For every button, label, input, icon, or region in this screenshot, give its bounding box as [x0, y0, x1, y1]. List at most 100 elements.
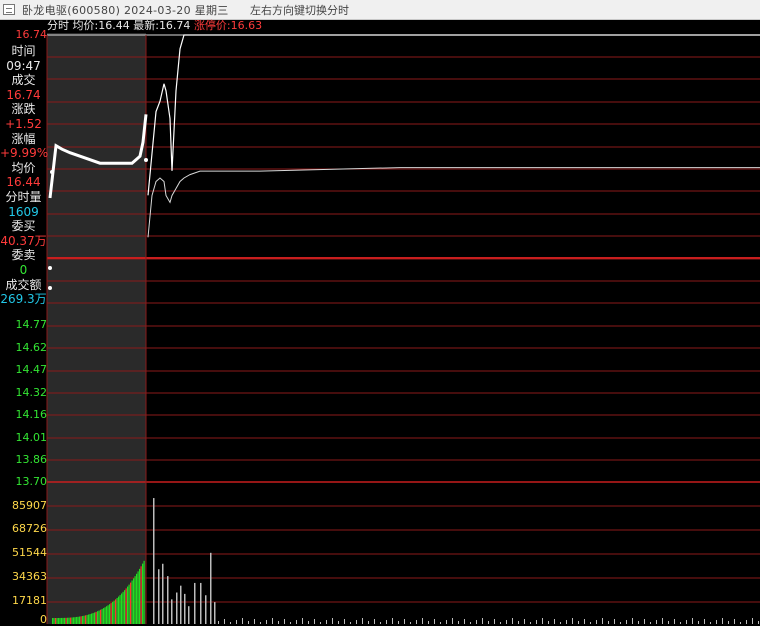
auction-volume-bar	[91, 613, 93, 624]
volume-bar	[554, 619, 555, 624]
change-label: 涨跌	[11, 102, 36, 117]
volume-bar	[746, 620, 747, 624]
volume-bar	[332, 618, 333, 624]
price-tick: 13.70	[15, 475, 48, 488]
volume-tick: 34363	[12, 570, 47, 583]
volume-bar	[722, 618, 723, 624]
volume-bar	[214, 602, 216, 624]
auction-volume-bar	[103, 608, 105, 624]
volume-bar	[392, 618, 393, 624]
auction-volume-bar	[110, 603, 112, 624]
volume-bar	[752, 618, 753, 624]
pct-value: +9.99%	[0, 146, 49, 161]
volume-bar	[205, 595, 207, 624]
volume-bar	[200, 582, 202, 624]
auction-volume-bar	[79, 616, 81, 624]
auction-volume-bar	[83, 615, 85, 624]
auction-volume-bar	[115, 599, 117, 624]
auction-volume-bar	[131, 580, 133, 624]
volume-bar	[656, 620, 657, 624]
volume-bar	[158, 569, 160, 624]
volume-bar	[686, 620, 687, 624]
price-tick: 14.47	[15, 363, 48, 376]
intraday-chart[interactable]	[0, 0, 760, 624]
auction-volume-bar	[92, 613, 94, 624]
auction-volume-bar	[73, 617, 75, 624]
auction-volume-bar	[82, 615, 84, 624]
volume-bar	[362, 618, 363, 624]
auction-volume-bar	[125, 588, 127, 624]
volume-bar	[188, 606, 190, 624]
auction-volume-bar	[52, 618, 54, 624]
auction-volume-bar	[107, 605, 109, 624]
volume-bar	[506, 620, 507, 624]
chart-mode-label: 分时	[47, 19, 69, 32]
volume-bar	[734, 619, 735, 624]
volume-bar	[572, 618, 573, 624]
price-tick: 14.62	[15, 341, 48, 354]
volume-bar	[674, 619, 675, 624]
auction-volume-bar	[95, 611, 97, 624]
auction-volume-bar	[121, 593, 123, 624]
auction-volume-bar	[116, 597, 118, 624]
volume-bar	[284, 619, 285, 624]
deal-label: 成交	[11, 73, 36, 88]
auction-volume-bar	[71, 617, 73, 624]
volume-bar	[596, 620, 597, 624]
avg-value-panel: 16.44	[6, 175, 41, 190]
limit-label: 涨停价:	[193, 19, 231, 32]
auction-volume-bar	[142, 563, 144, 624]
auction-volume-bar	[80, 616, 82, 624]
volume-bar	[662, 618, 663, 624]
bid-value: 40.37万	[0, 233, 47, 248]
auction-volume-bar	[56, 617, 58, 624]
volume-bar	[422, 618, 423, 624]
amount-value: 269.3万	[0, 292, 47, 307]
bid-label: 委买	[11, 219, 36, 234]
vol-value: 1609	[8, 204, 39, 219]
auction-volume-bar	[133, 578, 135, 624]
auction-volume-bar	[67, 617, 69, 624]
avg-value: 16.44	[98, 19, 130, 32]
volume-bar	[524, 619, 525, 624]
volume-tick: 51544	[12, 546, 47, 559]
volume-bar	[194, 582, 196, 624]
deal-value: 16.74	[6, 87, 41, 102]
cursor-info-panel: 时间 09:47 成交 16.74 涨跌 +1.52 涨幅 +9.99% 均价 …	[0, 44, 49, 307]
volume-bar	[272, 618, 273, 624]
change-value: +1.52	[5, 116, 42, 131]
volume-bar	[584, 619, 585, 624]
auction-volume-bar	[64, 617, 66, 624]
auction-volume-bar	[98, 610, 100, 624]
auction-volume-bar	[68, 617, 70, 624]
volume-tick: 68726	[12, 522, 47, 535]
volume-bar	[153, 498, 155, 624]
volume-bar	[374, 619, 375, 624]
volume-bar	[356, 620, 357, 624]
auction-volume-bar	[62, 617, 64, 624]
auction-dot	[50, 170, 54, 174]
volume-bar	[446, 620, 447, 624]
price-tick: 13.86	[15, 453, 48, 466]
auction-volume-bar	[61, 617, 63, 624]
auction-volume-bar	[58, 617, 60, 624]
volume-bar	[644, 619, 645, 624]
volume-bar	[386, 620, 387, 624]
price-tick: 14.32	[15, 386, 48, 399]
auction-volume-bar	[106, 606, 108, 624]
volume-bar	[602, 618, 603, 624]
volume-bar	[236, 620, 237, 624]
volume-bar	[254, 619, 255, 624]
volume-bar	[224, 619, 225, 624]
volume-bar	[566, 620, 567, 624]
volume-bar	[302, 618, 303, 624]
vol-label: 分时量	[5, 189, 42, 204]
volume-tick: 17181	[12, 594, 47, 607]
auction-volume-bar	[76, 616, 78, 624]
auction-volume-bar	[88, 614, 90, 624]
auction-volume-bar	[86, 614, 88, 624]
ask-label: 委卖	[11, 248, 36, 263]
volume-bar	[464, 619, 465, 624]
auction-volume-bar	[97, 611, 99, 624]
volume-bar	[176, 592, 178, 624]
